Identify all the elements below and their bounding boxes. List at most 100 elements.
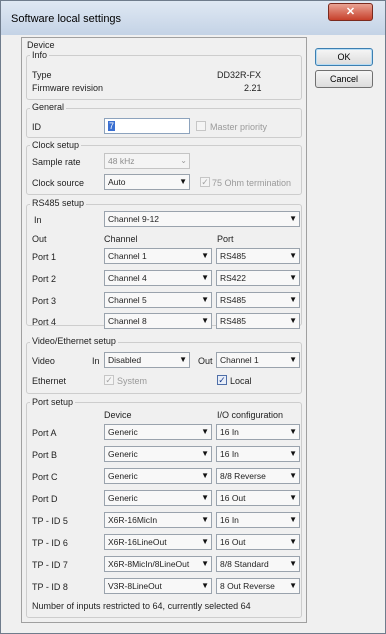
chevron-down-icon: ▼ xyxy=(289,355,297,364)
port-row-label: Port A xyxy=(32,428,57,438)
chevron-down-icon: ▼ xyxy=(289,295,297,304)
io-value: 8 Out Reverse xyxy=(220,581,275,591)
port-device-dropdown[interactable]: X6R-16MicIn ▼ xyxy=(104,512,212,528)
port-io-dropdown[interactable]: 8/8 Standard ▼ xyxy=(216,556,300,572)
master-priority-checkbox[interactable] xyxy=(196,121,206,131)
port-io-dropdown[interactable]: 8/8 Reverse ▼ xyxy=(216,468,300,484)
device-value: Generic xyxy=(108,427,138,437)
chevron-down-icon: ▼ xyxy=(289,214,297,223)
chevron-down-icon: ▼ xyxy=(201,273,209,282)
port-row-label: Port B xyxy=(32,450,58,460)
rs485-legend: RS485 setup xyxy=(30,198,87,208)
port-device-dropdown[interactable]: X6R-8MicIn/8LineOut ▼ xyxy=(104,556,212,572)
rs485-channel-dropdown[interactable]: Channel 4 ▼ xyxy=(104,270,212,286)
title-bar: Software local settings ✕ xyxy=(1,1,385,35)
id-label: ID xyxy=(32,122,41,132)
port-io-dropdown[interactable]: 16 Out ▼ xyxy=(216,490,300,506)
device-value: V3R-8LineOut xyxy=(108,581,162,591)
sample-rate-dropdown[interactable]: 48 kHz ⌄ xyxy=(104,153,190,169)
ok-button[interactable]: OK xyxy=(315,48,373,66)
rs485-channel-dropdown[interactable]: Channel 5 ▼ xyxy=(104,292,212,308)
chevron-down-icon: ▼ xyxy=(289,581,297,590)
rs485-port-dropdown[interactable]: RS485 ▼ xyxy=(216,313,300,329)
rs485-port-dropdown[interactable]: RS485 ▼ xyxy=(216,248,300,264)
channel-value: Channel 8 xyxy=(108,316,147,326)
port-row-label: TP - ID 7 xyxy=(32,560,68,570)
cancel-button[interactable]: Cancel xyxy=(315,70,373,88)
port-device-dropdown[interactable]: X6R-16LineOut ▼ xyxy=(104,534,212,550)
close-icon: ✕ xyxy=(345,6,356,18)
inputs-status-text: Number of inputs restricted to 64, curre… xyxy=(32,601,251,611)
chevron-down-icon: ▼ xyxy=(289,316,297,325)
video-in-label: In xyxy=(92,356,100,366)
sample-rate-label: Sample rate xyxy=(32,157,81,167)
port-io-dropdown[interactable]: 8 Out Reverse ▼ xyxy=(216,578,300,594)
port-io-dropdown[interactable]: 16 In ▼ xyxy=(216,512,300,528)
system-checkbox[interactable]: ✓ xyxy=(104,375,114,385)
rs485-channel-dropdown[interactable]: Channel 8 ▼ xyxy=(104,313,212,329)
close-button[interactable]: ✕ xyxy=(328,3,373,21)
chevron-down-icon: ▼ xyxy=(201,515,209,524)
chevron-down-icon: ▼ xyxy=(201,537,209,546)
local-checkbox[interactable]: ✓ xyxy=(217,375,227,385)
port-io-dropdown[interactable]: 16 In ▼ xyxy=(216,446,300,462)
id-value: 7 xyxy=(108,121,116,131)
system-label: System xyxy=(117,376,148,386)
port-device-dropdown[interactable]: V3R-8LineOut ▼ xyxy=(104,578,212,594)
video-out-dropdown[interactable]: Channel 1 ▼ xyxy=(216,352,300,368)
termination-checkbox[interactable]: ✓ xyxy=(200,177,210,187)
video-in-dropdown[interactable]: Disabled ▼ xyxy=(104,352,190,368)
video-label: Video xyxy=(32,356,55,366)
channel-value: Channel 1 xyxy=(108,251,147,261)
device-value: X6R-16MicIn xyxy=(108,515,158,525)
rs485-in-value: Channel 9-12 xyxy=(108,214,160,224)
port-header: Port xyxy=(217,234,234,244)
port-row-label: Port D xyxy=(32,494,58,504)
rs485-in-dropdown[interactable]: Channel 9-12 ▼ xyxy=(104,211,300,227)
sample-rate-value: 48 kHz xyxy=(108,156,135,166)
chevron-down-icon: ▼ xyxy=(179,177,187,186)
chevron-down-icon: ▼ xyxy=(179,355,187,364)
rs485-out-label: Out xyxy=(32,234,47,244)
rs485-row-label: Port 3 xyxy=(32,296,57,306)
device-value: Generic xyxy=(108,493,138,503)
firmware-value: 2.21 xyxy=(244,83,262,93)
id-field[interactable]: 7 xyxy=(104,118,190,134)
io-value: 8/8 Standard xyxy=(220,559,269,569)
device-value: X6R-16LineOut xyxy=(108,537,167,547)
port-io-dropdown[interactable]: 16 Out ▼ xyxy=(216,534,300,550)
port-device-dropdown[interactable]: Generic ▼ xyxy=(104,446,212,462)
rs485-in-label: In xyxy=(34,215,42,225)
chevron-down-icon: ▼ xyxy=(289,559,297,568)
chevron-down-icon: ▼ xyxy=(289,273,297,282)
io-value: 8/8 Reverse xyxy=(220,471,266,481)
port-device-dropdown[interactable]: Generic ▼ xyxy=(104,424,212,440)
rs485-channel-dropdown[interactable]: Channel 1 ▼ xyxy=(104,248,212,264)
chevron-down-icon: ▼ xyxy=(289,493,297,502)
local-label: Local xyxy=(230,376,252,386)
chevron-down-icon: ▼ xyxy=(201,471,209,480)
window-title: Software local settings xyxy=(11,13,122,25)
clock-source-label: Clock source xyxy=(32,178,85,188)
clock-legend: Clock setup xyxy=(30,140,82,150)
chevron-down-icon: ⌄ xyxy=(180,156,187,165)
rs485-port-dropdown[interactable]: RS485 ▼ xyxy=(216,292,300,308)
master-priority-label: Master priority xyxy=(210,122,268,132)
channel-value: Channel 4 xyxy=(108,273,147,283)
port-device-dropdown[interactable]: Generic ▼ xyxy=(104,468,212,484)
chevron-down-icon: ▼ xyxy=(201,493,209,502)
io-value: 16 Out xyxy=(220,493,246,503)
io-value: 16 In xyxy=(220,427,239,437)
port-row-label: Port C xyxy=(32,472,58,482)
firmware-label: Firmware revision xyxy=(32,83,104,93)
chevron-down-icon: ▼ xyxy=(201,295,209,304)
chevron-down-icon: ▼ xyxy=(289,449,297,458)
chevron-down-icon: ▼ xyxy=(201,251,209,260)
clock-source-value: Auto xyxy=(108,177,126,187)
clock-source-dropdown[interactable]: Auto ▼ xyxy=(104,174,190,190)
port-device-dropdown[interactable]: Generic ▼ xyxy=(104,490,212,506)
io-value: 16 In xyxy=(220,515,239,525)
port-io-dropdown[interactable]: 16 In ▼ xyxy=(216,424,300,440)
video-out-label: Out xyxy=(198,356,213,366)
rs485-port-dropdown[interactable]: RS422 ▼ xyxy=(216,270,300,286)
